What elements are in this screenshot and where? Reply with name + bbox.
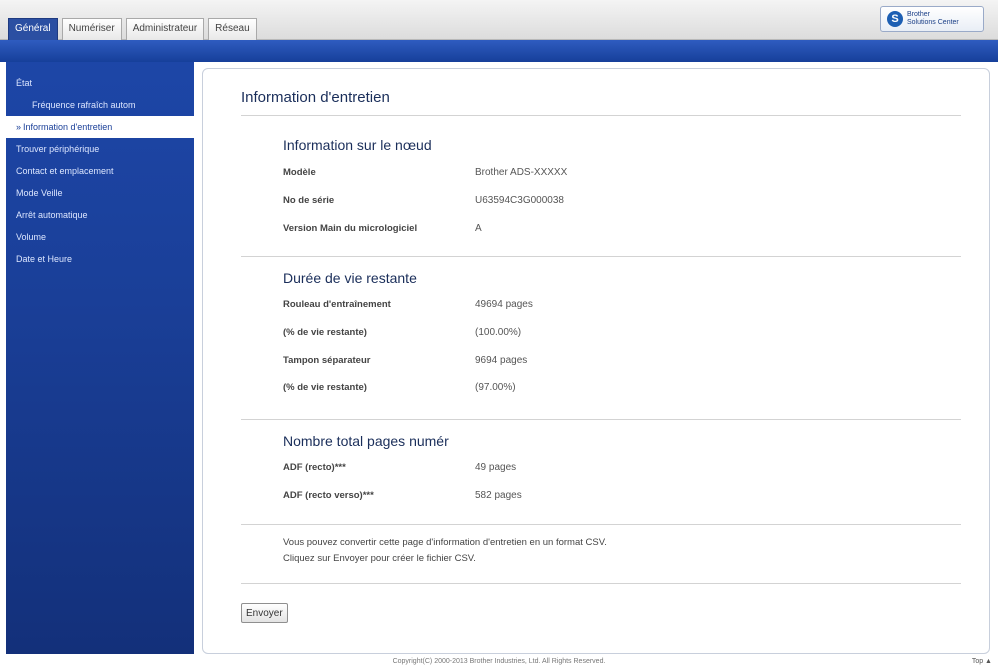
divider — [241, 419, 961, 420]
label-tampon-separateur: Tampon séparateur — [283, 355, 371, 366]
value-rouleau-pct: (100.00%) — [475, 327, 522, 338]
footer-copyright: Copyright(C) 2000-2013 Brother Industrie… — [392, 658, 606, 665]
tab-reseau[interactable]: Réseau — [208, 18, 257, 40]
send-button[interactable]: Envoyer — [241, 603, 288, 623]
value-adf-recto-verso: 582 pages — [475, 490, 522, 501]
page-title: Information d'entretien — [241, 89, 390, 106]
sidebar-item-contact-emplacement[interactable]: Contact et emplacement — [6, 160, 194, 182]
top-link[interactable]: Top ▲ — [972, 658, 992, 665]
divider — [241, 583, 961, 584]
label-modele: Modèle — [283, 167, 316, 178]
sidebar-item-trouver-peripherique[interactable]: Trouver périphérique — [6, 138, 194, 160]
sidebar-item-date-heure[interactable]: Date et Heure — [6, 248, 194, 270]
top-tab-bar: Général Numériser Administrateur Réseau … — [0, 0, 998, 40]
label-no-serie: No de série — [283, 195, 335, 206]
divider — [241, 256, 961, 257]
tab-administrateur[interactable]: Administrateur — [125, 18, 205, 40]
sidebar-item-etat[interactable]: État — [6, 72, 194, 94]
brand-text: Brother Solutions Center — [907, 11, 959, 27]
value-tampon-pct: (97.00%) — [475, 382, 516, 393]
csv-note-line-1: Vous pouvez convertir cette page d'infor… — [283, 537, 607, 548]
label-rouleau-pct: (% de vie restante) — [283, 327, 367, 338]
main-panel: Information d'entretien Information sur … — [202, 68, 990, 654]
brand-line-1: Brother — [907, 11, 930, 18]
value-adf-recto: 49 pages — [475, 462, 517, 473]
label-adf-recto-verso: ADF (recto verso)*** — [283, 490, 374, 501]
brother-solutions-logo-icon: S — [887, 11, 903, 27]
sidebar-item-frequence-rafraich[interactable]: Fréquence rafraîch autom — [6, 94, 194, 116]
tab-numeriser[interactable]: Numériser — [61, 18, 122, 40]
csv-note-line-2: Cliquez sur Envoyer pour créer le fichie… — [283, 553, 476, 564]
label-version-firmware: Version Main du micrologiciel — [283, 223, 418, 234]
brand-line-2: Solutions Center — [907, 19, 959, 26]
label-adf-recto: ADF (recto)*** — [283, 462, 346, 473]
divider — [241, 115, 961, 116]
section-title-remaining-life: Durée de vie restante — [283, 270, 417, 286]
sidebar-nav: État Fréquence rafraîch autom Informatio… — [6, 62, 194, 270]
sidebar-item-mode-veille[interactable]: Mode Veille — [6, 182, 194, 204]
sidebar-item-volume[interactable]: Volume — [6, 226, 194, 248]
divider — [241, 524, 961, 525]
sidebar-item-arret-automatique[interactable]: Arrêt automatique — [6, 204, 194, 226]
section-title-node-info: Information sur le nœud — [283, 137, 432, 153]
main-tabs: Général Numériser Administrateur Réseau — [8, 18, 257, 40]
brother-solutions-center-link[interactable]: S Brother Solutions Center — [880, 6, 984, 32]
header-blue-strip — [0, 40, 998, 62]
tab-general[interactable]: Général — [8, 18, 58, 40]
label-tampon-pct: (% de vie restante) — [283, 382, 367, 393]
value-version-firmware: A — [475, 223, 482, 234]
value-rouleau-entrainement: 49694 pages — [475, 299, 533, 310]
section-title-total-pages: Nombre total pages numér — [283, 433, 449, 449]
label-rouleau-entrainement: Rouleau d'entraînement — [283, 299, 391, 310]
sidebar-item-information-entretien[interactable]: Information d'entretien — [6, 116, 194, 138]
sidebar: État Fréquence rafraîch autom Informatio… — [6, 62, 194, 654]
value-tampon-separateur: 9694 pages — [475, 355, 528, 366]
value-modele: Brother ADS-XXXXX — [475, 167, 568, 178]
value-no-serie: U63594C3G000038 — [475, 195, 564, 206]
